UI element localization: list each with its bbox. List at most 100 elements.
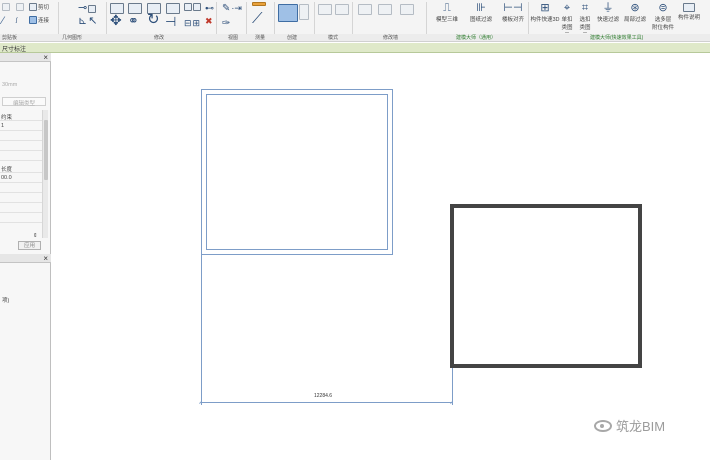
property-row[interactable]: 1 bbox=[0, 121, 42, 131]
wall-joins-button[interactable]: ⊾ ↖ bbox=[78, 16, 97, 27]
group-label-modify: 修改 bbox=[154, 35, 165, 41]
measure-button[interactable] bbox=[252, 2, 266, 6]
model3d-icon: ⎍ bbox=[443, 2, 451, 14]
efficiency-tool-description[interactable]: 构件说明 bbox=[678, 3, 700, 21]
cut-button[interactable]: 剪切 bbox=[29, 3, 49, 11]
dimension-line[interactable] bbox=[201, 402, 453, 403]
edit-type-button[interactable]: 编辑类型 bbox=[2, 97, 46, 107]
cope-button[interactable]: ⊸ bbox=[78, 3, 97, 14]
property-row-value: 00.0 bbox=[1, 175, 12, 181]
edit-mode-button[interactable] bbox=[318, 4, 332, 15]
efficiency-tool-label: 构件说明 bbox=[678, 15, 701, 21]
create-part-button[interactable] bbox=[278, 4, 298, 22]
description-icon bbox=[683, 3, 695, 12]
property-row bbox=[0, 131, 42, 141]
detach-button[interactable] bbox=[378, 4, 392, 15]
efficiency-tool-multilevel[interactable]: ⊜ 选多层 附位构件 bbox=[652, 2, 675, 32]
copy-element-icon[interactable]: ⚭ bbox=[128, 14, 139, 27]
delete-icon[interactable]: ✖ bbox=[205, 17, 213, 26]
property-row bbox=[0, 141, 42, 151]
browser-item[interactable]: 项) bbox=[2, 296, 9, 304]
funnel-icon: ⏚ bbox=[602, 2, 614, 14]
property-row[interactable]: 00.0 bbox=[0, 173, 42, 183]
move-icon[interactable]: ✥ bbox=[110, 13, 122, 27]
unit-hint: 30mm bbox=[2, 82, 18, 88]
property-row bbox=[0, 203, 42, 213]
efficiency-tool-local-filter[interactable]: ⊛ 局部过滤 bbox=[624, 2, 647, 24]
drawing-canvas[interactable]: 12284.6 bbox=[52, 53, 710, 460]
master-tool-label: 模型三维 bbox=[436, 17, 459, 23]
rotate-icon[interactable]: ↻ bbox=[147, 12, 160, 27]
efficiency-tool-label: 局部过滤 bbox=[624, 17, 647, 23]
cut-label: 剪切 bbox=[38, 5, 50, 11]
close-icon[interactable]: × bbox=[43, 254, 48, 263]
join-icon bbox=[29, 16, 37, 24]
master-tool-label: 图纸过滤 bbox=[470, 17, 493, 23]
efficiency-tool-quick-filter[interactable]: ⏚ 快速过滤 bbox=[597, 2, 620, 24]
scroll-arrow-icon[interactable]: ⇕ bbox=[33, 233, 38, 239]
apply-button[interactable]: 应用 bbox=[18, 241, 41, 250]
efficiency-tool-label: 构件快速3D bbox=[530, 17, 560, 23]
context-label: 尺寸标注 bbox=[2, 47, 27, 53]
master-tool-align[interactable]: ⊢⊣ 楼板对齐 bbox=[502, 2, 524, 24]
group-label-clipboard: 剪贴板 bbox=[2, 35, 18, 41]
property-row: 长度 bbox=[0, 163, 42, 173]
array-button[interactable]: ⊟ ⊞ bbox=[184, 18, 200, 29]
match-icon[interactable]: ⁄ bbox=[2, 16, 4, 27]
align-floor-icon: ⊢⊣ bbox=[503, 2, 523, 14]
scroll-thumb[interactable] bbox=[44, 120, 48, 180]
split-button[interactable] bbox=[184, 3, 201, 11]
master-tool-model3d[interactable]: ⎍ 模型三维 bbox=[436, 2, 459, 24]
watermark: 筑龙BIM bbox=[594, 416, 665, 435]
copy-icon[interactable] bbox=[16, 3, 24, 11]
property-row: 约束 bbox=[0, 111, 42, 121]
master-tool-filter[interactable]: ⊪ 图纸过滤 bbox=[470, 3, 493, 24]
cut-icon bbox=[29, 3, 37, 11]
efficiency-tool-label: 选多层 附位构件 bbox=[652, 17, 675, 31]
multilevel-icon: ⊜ bbox=[658, 2, 668, 14]
selected-wall-inner[interactable] bbox=[206, 94, 388, 250]
edit-profile-button[interactable] bbox=[335, 4, 349, 15]
hide-element-icon[interactable]: ✑ bbox=[222, 18, 230, 29]
group-label-efficiency: 建模大师(快速效果工具) bbox=[590, 35, 644, 41]
group-label-geometry: 几何图形 bbox=[62, 35, 83, 41]
dimension-icon[interactable]: ⟋ bbox=[252, 11, 263, 26]
attach-button[interactable] bbox=[358, 4, 372, 15]
properties-panel: × 30mm 编辑类型 约束 1 长度 00.0 ⇕ 应用 × 项) bbox=[0, 53, 51, 460]
paint-icon[interactable]: ᶴ bbox=[16, 16, 17, 27]
browser-header: × bbox=[0, 254, 51, 263]
local-filter-icon: ⊛ bbox=[630, 2, 640, 14]
extension-line bbox=[452, 368, 453, 405]
group-label-mode: 模式 bbox=[328, 35, 339, 41]
property-row bbox=[0, 151, 42, 161]
dimension-value[interactable]: 12284.6 bbox=[314, 393, 332, 399]
properties-header: × bbox=[0, 53, 51, 62]
wall-rectangle[interactable] bbox=[450, 204, 642, 368]
property-row-label: 约束 bbox=[1, 115, 13, 121]
trim-icon[interactable]: ⊣ bbox=[165, 15, 176, 28]
property-row-label: 长度 bbox=[1, 167, 13, 173]
ribbon-group-labels: 剪贴板 几何图形 修改 视图 测量 创建 模式 修改墙 建模大师（通用） 建模大… bbox=[0, 34, 710, 42]
property-row bbox=[0, 183, 42, 193]
extension-line bbox=[201, 255, 202, 405]
create-group-button[interactable] bbox=[299, 4, 309, 20]
group-label-edit-wall: 修改墙 bbox=[383, 35, 399, 41]
properties-scrollbar[interactable] bbox=[42, 110, 48, 238]
join-button[interactable]: 连接 bbox=[29, 16, 49, 24]
join-label: 连接 bbox=[38, 18, 50, 24]
mirror-draw-button[interactable] bbox=[166, 3, 180, 14]
quick3d-icon: ⊞ bbox=[540, 2, 550, 14]
weibo-logo-icon bbox=[594, 419, 612, 432]
close-icon[interactable]: × bbox=[43, 53, 48, 62]
efficiency-tool-label: 快速过滤 bbox=[597, 17, 620, 23]
reset-profile-button[interactable] bbox=[400, 4, 414, 15]
edit-type-label: 编辑类型 bbox=[13, 101, 36, 107]
ribbon: ⁄ ᶴ 剪切 连接 ⊸ ⊾ ↖ ✥ ⚭ ↻ ⊣ ⊟ ⊞ ⊷ ✖ ✎ ·⇥ ✑ ⟋ ⎍ bbox=[0, 0, 710, 40]
property-row-value: 1 bbox=[1, 123, 5, 129]
single-pick-icon: ⌖ bbox=[563, 2, 571, 14]
group-label-create: 创建 bbox=[287, 35, 298, 41]
pin-icon[interactable]: ⊷ bbox=[205, 3, 214, 14]
override-graphics-button[interactable]: ✎ ·⇥ bbox=[222, 3, 242, 14]
efficiency-tool-quick3d[interactable]: ⊞ 构件快速3D bbox=[530, 2, 560, 24]
paste-icon[interactable] bbox=[2, 3, 10, 11]
